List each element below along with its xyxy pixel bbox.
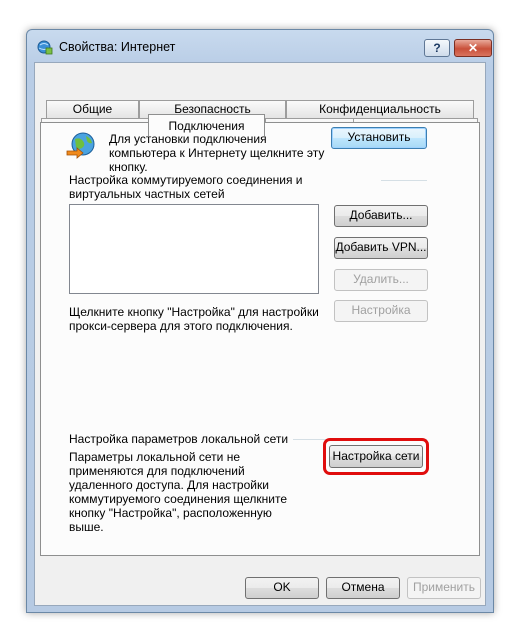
close-button[interactable]: ✕ — [454, 39, 492, 57]
tab-general[interactable]: Общие — [46, 100, 139, 118]
add-vpn-button[interactable]: Добавить VPN... — [334, 237, 428, 259]
add-button[interactable]: Добавить... — [334, 205, 428, 227]
dialup-heading: Настройка коммутируемого соединения и ви… — [69, 173, 303, 201]
dialup-separator — [381, 180, 427, 181]
setup-description: Для установки подключения компьютера к И… — [109, 132, 325, 174]
dialup-settings-button[interactable]: Настройка — [334, 300, 428, 322]
remove-button[interactable]: Удалить... — [334, 269, 428, 291]
apply-button[interactable]: Применить — [407, 577, 481, 599]
lan-settings-button[interactable]: Настройка сети — [329, 445, 423, 468]
setup-button[interactable]: Установить — [331, 127, 427, 149]
lan-heading: Настройка параметров локальной сети — [69, 432, 289, 446]
cancel-button[interactable]: Отмена — [326, 577, 400, 599]
tab-privacy[interactable]: Конфиденциальность — [286, 100, 474, 118]
internet-options-icon — [37, 40, 53, 55]
lan-description: Параметры локальной сети не применяются … — [69, 450, 288, 534]
tab-connections[interactable]: Подключения — [148, 114, 265, 136]
ok-button[interactable]: OK — [245, 577, 319, 599]
proxy-description: Щелкните кнопку "Настройка" для настройк… — [69, 305, 319, 333]
title-bar[interactable]: Свойства: Интернет ? ✕ — [27, 30, 493, 62]
help-button[interactable]: ? — [424, 39, 450, 57]
connection-globe-icon — [66, 132, 95, 159]
connections-panel: Для установки подключения компьютера к И… — [40, 122, 480, 556]
dialog-client-area: Общие Безопасность Конфиденциальность Со… — [34, 62, 486, 606]
connections-list[interactable] — [69, 204, 319, 294]
window-title: Свойства: Интернет — [59, 40, 176, 54]
internet-properties-window: Свойства: Интернет ? ✕ Общие Безопасност… — [26, 29, 494, 613]
